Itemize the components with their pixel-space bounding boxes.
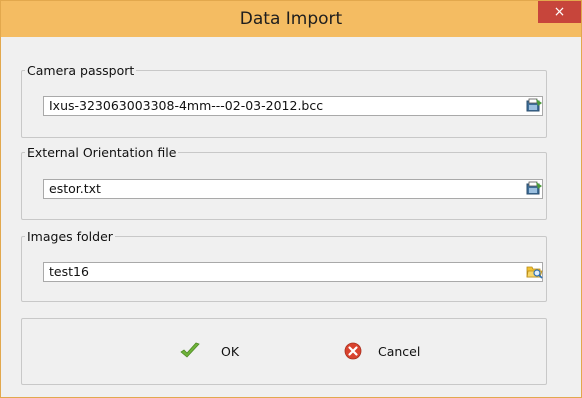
open-file-icon[interactable] — [526, 98, 543, 113]
camera-passport-group: Camera passport Ixus-323063003308-4mm---… — [21, 63, 547, 138]
data-import-dialog: Data Import × Camera passport Ixus-32306… — [0, 0, 582, 398]
ok-button[interactable]: OK — [179, 339, 239, 363]
images-folder-label: Images folder — [27, 229, 113, 244]
close-button[interactable]: × — [538, 1, 581, 23]
images-folder-group: Images folder test16 — [21, 229, 547, 302]
images-folder-field[interactable]: test16 — [43, 262, 543, 282]
window-title: Data Import — [239, 9, 343, 29]
external-orientation-label: External Orientation file — [27, 145, 177, 160]
external-orientation-group: External Orientation file estor.txt — [21, 145, 547, 220]
checkmark-icon — [180, 342, 200, 358]
cancel-button[interactable]: Cancel — [344, 339, 420, 363]
open-file-icon[interactable] — [526, 181, 543, 196]
close-icon: × — [553, 4, 566, 20]
title-bar[interactable]: Data Import × — [1, 1, 581, 37]
dialog-body: Camera passport Ixus-323063003308-4mm---… — [9, 37, 573, 389]
ok-label: OK — [221, 343, 240, 359]
cancel-label: Cancel — [378, 343, 421, 359]
button-panel: OK Cancel — [21, 318, 547, 385]
external-orientation-field[interactable]: estor.txt — [43, 179, 543, 199]
open-folder-icon[interactable] — [526, 264, 543, 279]
cancel-icon — [344, 342, 362, 360]
camera-passport-field[interactable]: Ixus-323063003308-4mm---02-03-2012.bcc — [43, 96, 543, 116]
camera-passport-label: Camera passport — [27, 63, 135, 78]
